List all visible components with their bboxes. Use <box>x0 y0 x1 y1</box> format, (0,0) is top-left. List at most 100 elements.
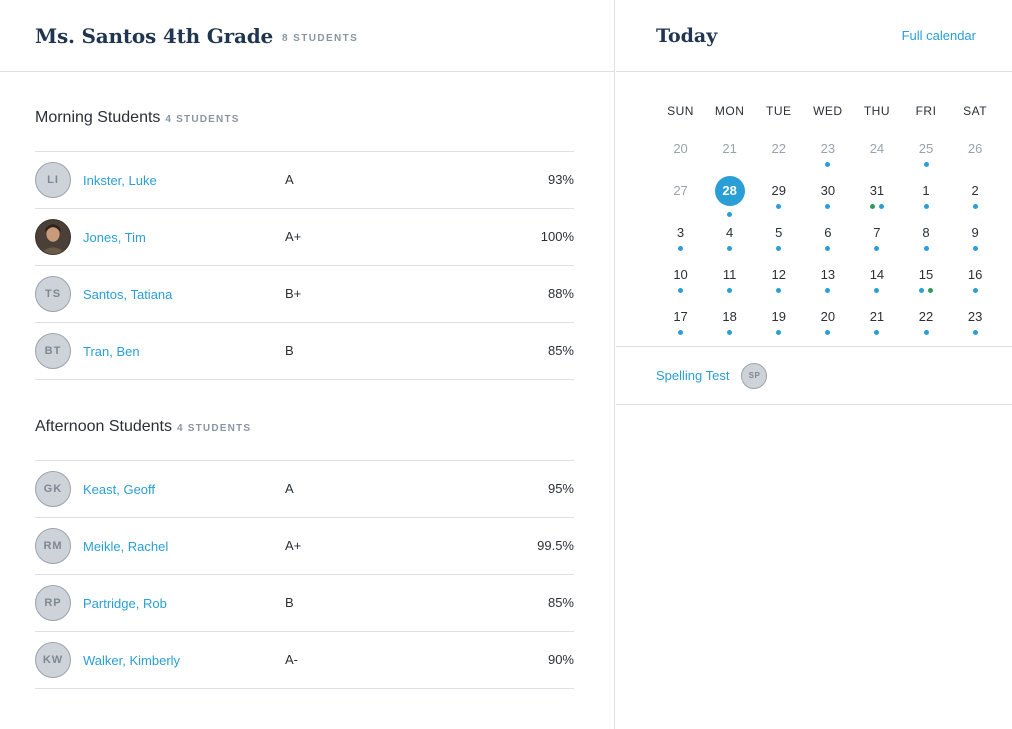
green-event-dot <box>869 204 875 209</box>
student-row[interactable]: TS Santos, Tatiana B+ 88% <box>35 266 574 323</box>
day-number: 1 <box>922 183 930 198</box>
today-title: Today <box>656 24 718 47</box>
student-percent: 85% <box>547 343 574 358</box>
calendar-day[interactable]: 17 <box>656 300 705 342</box>
blue-event-dot <box>776 330 782 335</box>
calendar-day[interactable]: 2 <box>951 174 1000 216</box>
student-row[interactable]: LI Inkster, Luke A 93% <box>35 152 574 209</box>
calendar-day[interactable]: 21 <box>852 300 901 342</box>
calendar-day[interactable]: 20 <box>656 132 705 174</box>
calendar-day[interactable]: 10 <box>656 258 705 300</box>
student-name-link[interactable]: Meikle, Rachel <box>83 539 285 554</box>
blue-event-dot <box>776 246 782 251</box>
event-dots <box>951 288 1000 293</box>
day-number: 24 <box>869 141 885 156</box>
calendar-day[interactable]: 23 <box>951 300 1000 342</box>
day-number: 17 <box>673 309 688 324</box>
day-number: 8 <box>922 225 930 240</box>
student-name-link[interactable]: Keast, Geoff <box>83 482 285 497</box>
blue-event-dot <box>878 204 884 209</box>
calendar-day[interactable]: 6 <box>803 216 852 258</box>
calendar-day[interactable]: 24 <box>852 132 901 174</box>
student-table: LI Inkster, Luke A 93% Jones, Tim A+ 100% TS San… <box>35 151 574 380</box>
calendar-day[interactable]: 7 <box>852 216 901 258</box>
blue-event-dot <box>825 162 831 167</box>
student-avatar: BT <box>35 333 71 369</box>
student-row[interactable]: GK Keast, Geoff A 95% <box>35 461 574 518</box>
calendar-day[interactable]: 14 <box>852 258 901 300</box>
calendar-day[interactable]: 9 <box>951 216 1000 258</box>
student-row[interactable]: RP Partridge, Rob B 85% <box>35 575 574 632</box>
calendar-day[interactable]: 13 <box>803 258 852 300</box>
student-percent: 93% <box>547 172 574 187</box>
calendar-day[interactable]: 21 <box>705 132 754 174</box>
day-number: 19 <box>771 309 786 324</box>
calendar-day-today[interactable]: 28 <box>705 174 754 217</box>
calendar-day[interactable]: 30 <box>803 174 852 216</box>
calendar-day[interactable]: 25 <box>901 132 950 174</box>
calendar-day[interactable]: 16 <box>951 258 1000 300</box>
blue-event-dot <box>727 288 733 293</box>
student-name-link[interactable]: Jones, Tim <box>83 230 285 245</box>
student-row[interactable]: RM Meikle, Rachel A+ 99.5% <box>35 518 574 575</box>
calendar-day[interactable]: 31 <box>852 174 901 216</box>
event-dots <box>901 162 950 167</box>
calendar-day[interactable]: 26 <box>951 132 1000 174</box>
event-dots <box>803 204 852 209</box>
calendar-day[interactable]: 11 <box>705 258 754 300</box>
student-name-link[interactable]: Tran, Ben <box>83 344 285 359</box>
calendar-day[interactable]: 5 <box>754 216 803 258</box>
day-number: 7 <box>873 225 881 240</box>
event-dots <box>901 330 950 335</box>
event-dots <box>705 246 754 251</box>
event-dots <box>754 246 803 251</box>
event-dots <box>754 204 803 209</box>
calendar-day[interactable]: 8 <box>901 216 950 258</box>
full-calendar-link[interactable]: Full calendar <box>902 28 976 43</box>
student-row[interactable]: BT Tran, Ben B 85% <box>35 323 574 380</box>
day-number: 22 <box>918 309 934 324</box>
event-dots <box>705 330 754 335</box>
calendar-day[interactable]: 27 <box>656 174 705 216</box>
blue-event-dot <box>874 288 880 293</box>
blue-event-dot <box>972 246 978 251</box>
event-link[interactable]: Spelling Test <box>656 368 729 383</box>
day-number: 18 <box>722 309 737 324</box>
calendar-day[interactable]: 19 <box>754 300 803 342</box>
calendar-day[interactable]: 1 <box>901 174 950 216</box>
student-name-link[interactable]: Partridge, Rob <box>83 596 285 611</box>
event-dots <box>705 288 754 293</box>
blue-event-dot <box>825 246 831 251</box>
calendar-day[interactable]: 18 <box>705 300 754 342</box>
calendar-day[interactable]: 4 <box>705 216 754 258</box>
student-row[interactable]: Jones, Tim A+ 100% <box>35 209 574 266</box>
calendar-day[interactable]: 22 <box>901 300 950 342</box>
calendar-day[interactable]: 12 <box>754 258 803 300</box>
event-dots <box>852 246 901 251</box>
student-row[interactable]: KW Walker, Kimberly A- 90% <box>35 632 574 689</box>
calendar-day[interactable]: 15 <box>901 258 950 300</box>
calendar-day[interactable]: 29 <box>754 174 803 216</box>
section-title: Morning Students <box>35 109 161 126</box>
section-header: Afternoon Students 4 STUDENTS <box>35 418 574 448</box>
event-dots <box>754 288 803 293</box>
blue-event-dot <box>678 330 684 335</box>
day-number: 16 <box>967 267 983 282</box>
event-dots <box>951 330 1000 335</box>
student-grade: A+ <box>285 538 302 553</box>
student-grade: B <box>285 595 294 610</box>
calendar-day[interactable]: 20 <box>803 300 852 342</box>
blue-event-dot <box>923 162 929 167</box>
student-name-link[interactable]: Santos, Tatiana <box>83 287 285 302</box>
student-name-link[interactable]: Walker, Kimberly <box>83 653 285 668</box>
event-dots <box>901 246 950 251</box>
calendar-day[interactable]: 22 <box>754 132 803 174</box>
student-avatar: KW <box>35 642 71 678</box>
event-dots <box>852 288 901 293</box>
calendar-day[interactable]: 3 <box>656 216 705 258</box>
section-title: Afternoon Students <box>35 418 172 435</box>
section-student-count: 4 STUDENTS <box>176 423 252 434</box>
blue-event-dot <box>874 246 880 251</box>
student-name-link[interactable]: Inkster, Luke <box>83 173 285 188</box>
calendar-day[interactable]: 23 <box>803 132 852 174</box>
